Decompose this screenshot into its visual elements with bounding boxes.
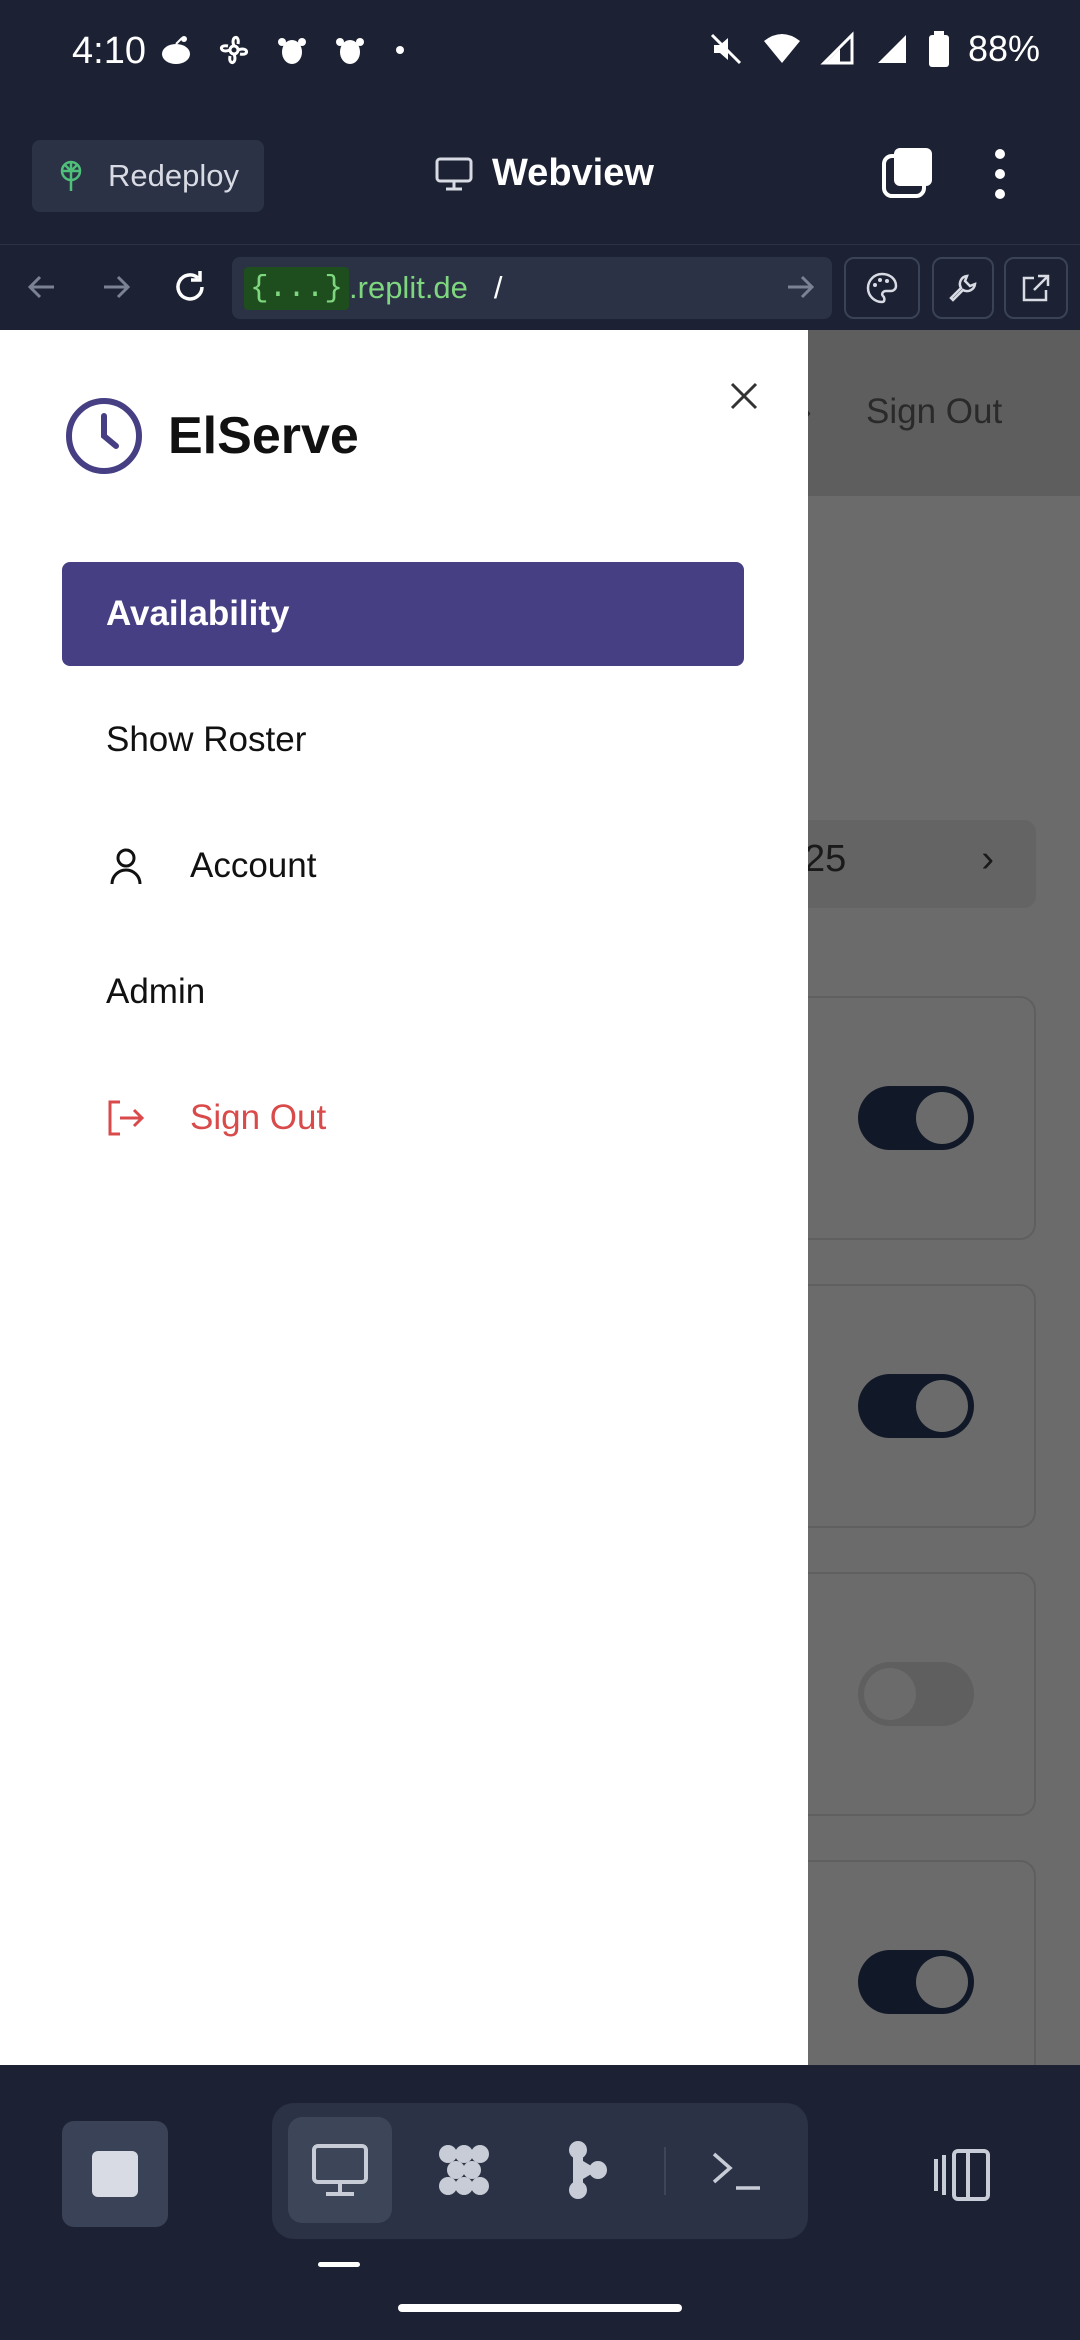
- menu-item-account[interactable]: Account: [62, 814, 744, 918]
- more-menu-button[interactable]: [984, 146, 1016, 207]
- tool-divider: [664, 2147, 666, 2195]
- open-new-tab-button[interactable]: [1004, 257, 1068, 319]
- system-icons: 88%: [708, 28, 1040, 70]
- brand-name: ElServe: [168, 407, 359, 465]
- redeploy-label: Redeploy: [108, 158, 239, 193]
- webview-tool-button[interactable]: [288, 2117, 392, 2223]
- availability-toggle: [858, 1086, 974, 1150]
- forward-button[interactable]: [90, 261, 142, 313]
- availability-toggle: [858, 1950, 974, 2014]
- menu-item-label: Account: [190, 846, 317, 885]
- layout-button[interactable]: [930, 2147, 996, 2208]
- monitor-icon: [435, 157, 473, 190]
- devtools-button[interactable]: [932, 257, 994, 319]
- console-icon: [712, 2152, 760, 2190]
- reload-button[interactable]: [164, 261, 216, 313]
- home-indicator[interactable]: [398, 2304, 682, 2312]
- menu-item-availability[interactable]: Availability: [62, 562, 744, 666]
- tabs-button[interactable]: [880, 146, 936, 207]
- wrench-icon: [949, 274, 977, 302]
- menu-item-admin[interactable]: Admin: [62, 940, 744, 1044]
- back-button[interactable]: [16, 261, 68, 313]
- tabs-icon: [882, 148, 932, 198]
- panel-layout-icon: [934, 2149, 990, 2201]
- url-bar: {...} .replit.de /: [0, 244, 1080, 330]
- chevron-right-icon: ›: [981, 838, 994, 880]
- arrow-left-icon: [27, 275, 54, 299]
- signal-icon: [820, 31, 854, 65]
- date-text: 25: [804, 838, 847, 880]
- mute-icon: [710, 33, 741, 65]
- bottom-toolbar: [0, 2065, 1080, 2340]
- url-host-badge: {...}: [244, 266, 350, 310]
- deploy-icon: [60, 160, 82, 191]
- navigation-drawer: ElServe Availability Show Roster Account…: [0, 330, 808, 2065]
- workspace-tool-button[interactable]: [412, 2117, 516, 2223]
- devtools-theme-button[interactable]: [844, 257, 920, 319]
- redeploy-button[interactable]: Redeploy: [32, 140, 264, 212]
- status-time: 4:10: [72, 30, 146, 72]
- reddit-icon: [162, 36, 190, 64]
- stop-button[interactable]: [62, 2121, 168, 2227]
- signal-icon: [877, 35, 906, 63]
- date-selector: 25 ›: [790, 820, 1036, 908]
- close-button[interactable]: [720, 372, 768, 420]
- header-sign-out: Sign Out: [866, 392, 1003, 431]
- fan-icon: [220, 36, 248, 64]
- availability-toggle: [858, 1374, 974, 1438]
- dot-icon: [396, 46, 404, 54]
- url-input[interactable]: {...} .replit.de /: [232, 257, 832, 319]
- active-tool-indicator: [318, 2262, 360, 2267]
- menu-item-label: Sign Out: [190, 1098, 327, 1137]
- more-vertical-icon: [995, 149, 1005, 199]
- replit-header: Redeploy Webview: [0, 118, 1080, 238]
- stop-icon: [92, 2151, 138, 2197]
- availability-card: [780, 996, 1036, 1240]
- reload-icon: [176, 271, 204, 301]
- availability-toggle: [858, 1662, 974, 1726]
- go-arrow-icon[interactable]: [782, 269, 818, 305]
- console-tool-button[interactable]: [684, 2117, 788, 2223]
- webview-icon: [312, 2144, 368, 2196]
- menu-item-sign-out[interactable]: Sign Out: [62, 1066, 744, 1170]
- menu-item-show-roster[interactable]: Show Roster: [62, 688, 744, 792]
- bug-icon: [278, 38, 306, 64]
- menu-item-label: Availability: [106, 594, 290, 633]
- notification-icons: [158, 32, 410, 68]
- git-tool-button[interactable]: [536, 2117, 640, 2223]
- menu-item-label: Show Roster: [106, 720, 307, 759]
- arrow-right-icon: [104, 275, 131, 299]
- menu-item-label: Admin: [106, 972, 206, 1011]
- webview-label: Webview: [492, 152, 654, 194]
- webview-tab-title: Webview: [434, 152, 654, 195]
- battery-icon: [928, 31, 949, 67]
- wifi-icon: [763, 34, 800, 63]
- user-icon: [110, 848, 142, 885]
- palette-icon: [866, 272, 898, 304]
- clock-icon: [66, 398, 142, 474]
- url-path: /: [493, 270, 503, 305]
- tool-group: [272, 2103, 808, 2239]
- git-icon: [569, 2141, 607, 2199]
- workspace-icon: [439, 2145, 489, 2195]
- bug-icon: [336, 38, 364, 64]
- sign-out-icon: [108, 1100, 145, 1136]
- availability-card: [780, 1860, 1036, 2065]
- external-link-icon: [1022, 274, 1050, 302]
- url-host: .replit.de: [349, 270, 468, 305]
- availability-card: [780, 1572, 1036, 1816]
- battery-level: 88%: [967, 28, 1040, 69]
- status-bar: 4:10 88%: [0, 0, 1080, 108]
- close-icon: [730, 382, 758, 410]
- availability-card: [780, 1284, 1036, 1528]
